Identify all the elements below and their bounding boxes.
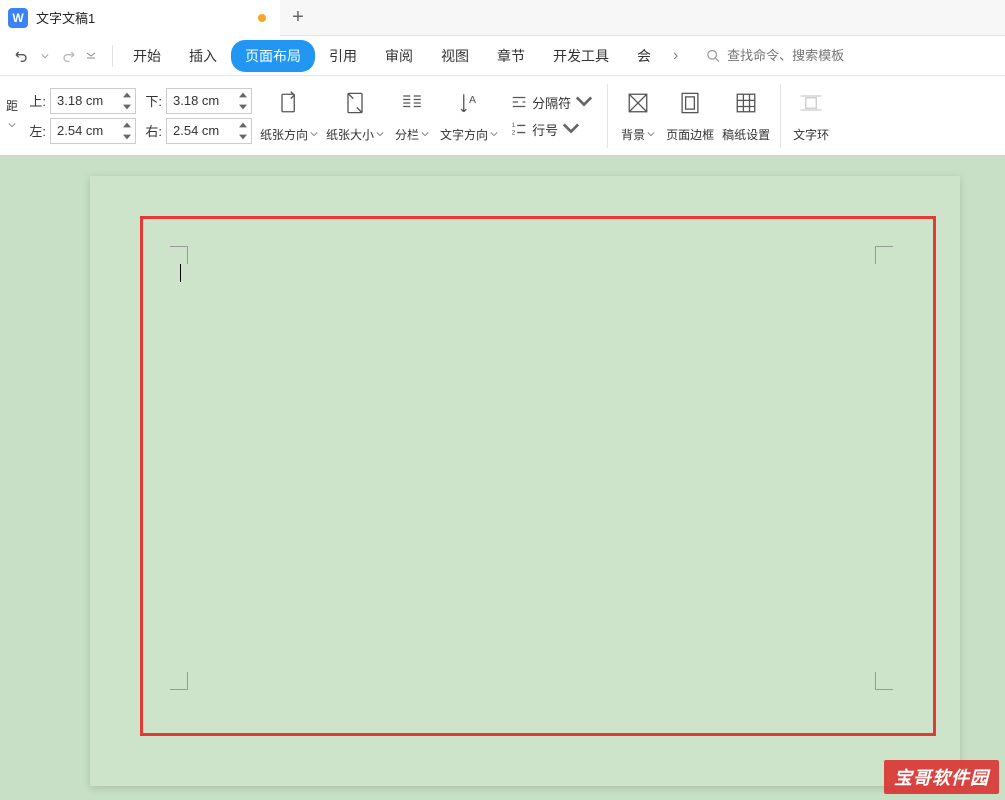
- unsaved-indicator-icon: [258, 14, 266, 22]
- undo-icon: [14, 48, 30, 64]
- menu-start[interactable]: 开始: [119, 40, 175, 72]
- background-button[interactable]: 背景: [614, 83, 662, 149]
- chevron-down-icon: [8, 116, 16, 134]
- menu-more-cut[interactable]: 会: [623, 40, 665, 72]
- margin-inputs-group: 上: 下: 左: 右:: [20, 86, 256, 146]
- text-direction-label: 文字方向: [440, 126, 488, 143]
- spin-up[interactable]: [119, 89, 135, 101]
- background-icon: [624, 89, 652, 122]
- undo-button[interactable]: [8, 42, 36, 70]
- search-input[interactable]: [727, 48, 987, 63]
- margin-bottom-label: 下:: [140, 91, 162, 110]
- divider: [607, 84, 608, 148]
- document-canvas[interactable]: 宝哥软件园: [0, 156, 1005, 800]
- chevron-down-icon: [376, 127, 384, 141]
- orientation-button[interactable]: 纸张方向: [256, 83, 322, 149]
- chevron-down-icon: [647, 127, 655, 141]
- menu-items: 开始 插入 页面布局 引用 审阅 视图 章节 开发工具 会 ›: [119, 40, 686, 72]
- page-border-button[interactable]: 页面边框: [662, 83, 718, 149]
- plus-icon: +: [292, 6, 304, 29]
- svg-text:2: 2: [512, 129, 516, 136]
- margin-top-label: 上:: [24, 91, 46, 110]
- breaks-label: 分隔符: [532, 93, 571, 112]
- search-box[interactable]: [696, 44, 997, 68]
- menu-dev-tools[interactable]: 开发工具: [539, 40, 623, 72]
- tab-title: 文字文稿1: [36, 8, 250, 27]
- new-tab-button[interactable]: +: [280, 0, 316, 36]
- breaks-button[interactable]: 分隔符: [506, 90, 597, 115]
- text-direction-icon: A: [455, 89, 483, 122]
- text-wrap-icon: [797, 89, 825, 122]
- menu-chapter[interactable]: 章节: [483, 40, 539, 72]
- title-bar: W 文字文稿1 +: [0, 0, 1005, 36]
- columns-icon: [398, 89, 426, 122]
- grid-paper-icon: [732, 89, 760, 122]
- text-direction-button[interactable]: A 文字方向: [436, 83, 502, 149]
- chevron-down-icon: [86, 51, 96, 61]
- document-tab[interactable]: W 文字文稿1: [0, 0, 280, 36]
- paper-size-button[interactable]: 纸张大小: [322, 83, 388, 149]
- line-numbers-icon: 12: [510, 120, 528, 138]
- menu-page-layout[interactable]: 页面布局: [231, 40, 315, 72]
- margins-button-cut[interactable]: 距: [4, 93, 20, 138]
- line-numbers-label: 行号: [532, 120, 558, 139]
- paper-size-label: 纸张大小: [326, 126, 374, 143]
- annotation-highlight: [140, 216, 936, 736]
- svg-text:A: A: [469, 94, 476, 106]
- svg-text:1: 1: [512, 122, 516, 129]
- ribbon-toolbar: 距 上: 下: 左: 右:: [0, 76, 1005, 156]
- grid-paper-label: 稿纸设置: [722, 126, 770, 143]
- orientation-label: 纸张方向: [260, 126, 308, 143]
- text-wrap-label: 文字环: [793, 126, 829, 143]
- line-numbers-button[interactable]: 12 行号: [506, 117, 597, 142]
- chevron-down-icon: [421, 127, 429, 141]
- margin-right-label: 右:: [140, 121, 162, 140]
- margins-label: 距: [6, 97, 18, 114]
- options-dropdown[interactable]: [84, 42, 98, 70]
- menu-review[interactable]: 审阅: [371, 40, 427, 72]
- page-border-label: 页面边框: [666, 126, 714, 143]
- undo-redo-group: [8, 42, 98, 70]
- breaks-icon: [510, 93, 528, 111]
- orientation-icon: [275, 89, 303, 122]
- spin-up[interactable]: [235, 89, 251, 101]
- chevron-down-icon: [562, 119, 580, 140]
- page-border-icon: [676, 89, 704, 122]
- menu-bar: 开始 插入 页面布局 引用 审阅 视图 章节 开发工具 会 ›: [0, 36, 1005, 76]
- menu-insert[interactable]: 插入: [175, 40, 231, 72]
- redo-button[interactable]: [54, 42, 82, 70]
- menu-overflow[interactable]: ›: [665, 47, 686, 65]
- chevron-down-icon: [310, 127, 318, 141]
- search-icon: [706, 48, 721, 64]
- columns-button[interactable]: 分栏: [388, 83, 436, 149]
- chevron-down-icon: [490, 127, 498, 141]
- menu-view[interactable]: 视图: [427, 40, 483, 72]
- spin-down[interactable]: [235, 131, 251, 143]
- menu-references[interactable]: 引用: [315, 40, 371, 72]
- divider: [112, 45, 113, 67]
- divider: [780, 84, 781, 148]
- redo-icon: [60, 48, 76, 64]
- undo-dropdown[interactable]: [38, 42, 52, 70]
- background-label: 背景: [621, 126, 645, 143]
- paper-size-icon: [341, 89, 369, 122]
- watermark-badge: 宝哥软件园: [884, 760, 999, 794]
- margin-left-label: 左:: [24, 121, 46, 140]
- grid-paper-button[interactable]: 稿纸设置: [718, 83, 774, 149]
- spin-down[interactable]: [235, 101, 251, 113]
- breaks-lines-group: 分隔符 12 行号: [502, 90, 601, 142]
- chevron-down-icon: [41, 52, 49, 60]
- spin-down[interactable]: [119, 101, 135, 113]
- chevron-down-icon: [575, 92, 593, 113]
- wps-writer-icon: W: [8, 8, 28, 28]
- spin-up[interactable]: [119, 119, 135, 131]
- columns-label: 分栏: [395, 126, 419, 143]
- spin-up[interactable]: [235, 119, 251, 131]
- spin-down[interactable]: [119, 131, 135, 143]
- text-wrap-button: 文字环: [787, 83, 835, 149]
